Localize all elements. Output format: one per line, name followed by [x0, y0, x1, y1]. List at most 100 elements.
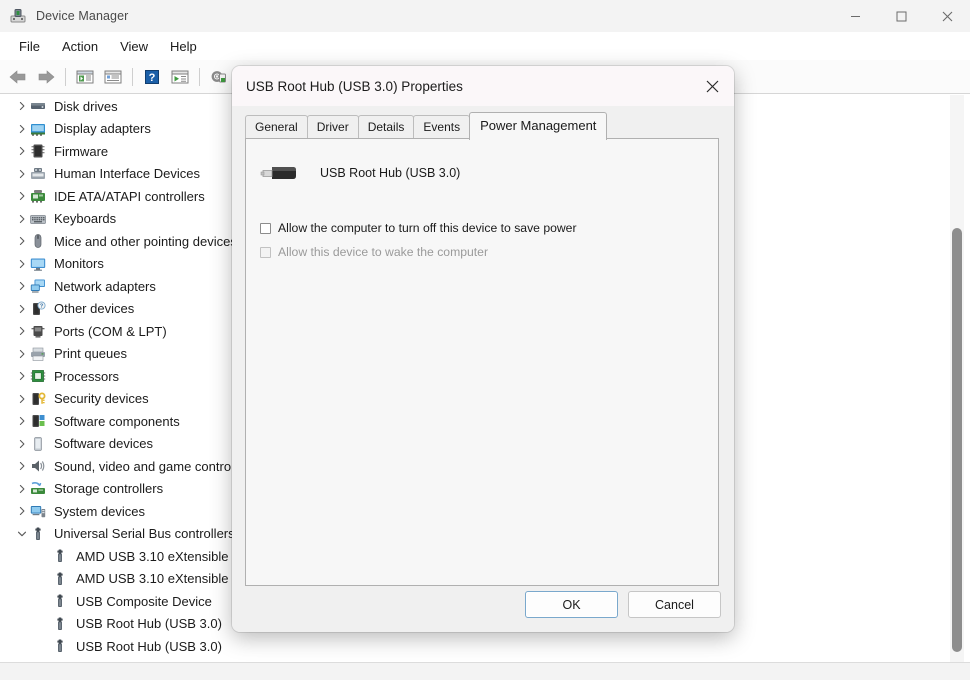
- tree-item-expander[interactable]: [0, 166, 30, 182]
- tab-details[interactable]: Details: [357, 115, 415, 139]
- dialog-body: General Driver Details Events Power Mana…: [232, 106, 734, 632]
- chevron-right-icon[interactable]: [14, 301, 30, 317]
- chevron-down-icon[interactable]: [14, 526, 30, 542]
- chevron-right-icon[interactable]: [14, 188, 30, 204]
- tree-item-expander[interactable]: [0, 481, 30, 497]
- tab-events[interactable]: Events: [413, 115, 471, 139]
- menu-item-view[interactable]: View: [109, 36, 159, 57]
- tree-item-label: Software devices: [54, 436, 153, 452]
- keyboard-icon: [30, 211, 46, 227]
- menu-item-help[interactable]: Help: [159, 36, 208, 57]
- tree-item-expander[interactable]: [0, 256, 30, 272]
- tree-item-expander[interactable]: [0, 278, 30, 294]
- properties-dialog: USB Root Hub (USB 3.0) Properties Genera…: [232, 66, 734, 632]
- tree-item-expander[interactable]: [0, 301, 30, 317]
- dialog-close-button[interactable]: [690, 66, 734, 106]
- usb-controller-icon: [30, 526, 46, 542]
- menu-item-file[interactable]: File: [8, 36, 51, 57]
- menu-item-action[interactable]: Action: [51, 36, 109, 57]
- tree-item-expander[interactable]: [0, 143, 30, 159]
- usb-device-icon: [52, 571, 68, 587]
- toolbar-separator: [199, 67, 200, 86]
- chevron-right-icon[interactable]: [14, 481, 30, 497]
- chevron-right-icon[interactable]: [14, 98, 30, 114]
- tree-item-label: Processors: [54, 368, 120, 384]
- tree-item-expander[interactable]: [0, 121, 30, 137]
- window-title: Device Manager: [36, 9, 129, 23]
- tree-item-label: USB Root Hub (USB 3.0): [76, 638, 222, 654]
- chevron-right-icon[interactable]: [14, 346, 30, 362]
- forward-arrow-icon[interactable]: [32, 64, 60, 90]
- tab-driver[interactable]: Driver: [306, 115, 359, 139]
- software-component-icon: [30, 413, 46, 429]
- chevron-right-icon[interactable]: [14, 368, 30, 384]
- tree-item[interactable]: USB Root Hub (USB 3.0): [0, 635, 970, 658]
- tree-item-expander[interactable]: [0, 368, 30, 384]
- chevron-right-icon[interactable]: [14, 278, 30, 294]
- show-hide-console-tree-icon[interactable]: [71, 64, 99, 90]
- tree-item-label: IDE ATA/ATAPI controllers: [54, 188, 205, 204]
- close-button[interactable]: [924, 0, 970, 32]
- back-arrow-icon[interactable]: [4, 64, 32, 90]
- tree-item-label: Software components: [54, 413, 180, 429]
- software-device-icon: [30, 436, 46, 452]
- checkbox-turn-off-device[interactable]: [260, 223, 271, 234]
- chevron-right-icon[interactable]: [14, 323, 30, 339]
- option-turn-off-device[interactable]: Allow the computer to turn off this devi…: [260, 221, 718, 236]
- printer-icon: [30, 346, 46, 362]
- tree-item-label: Storage controllers: [54, 481, 164, 497]
- ok-button[interactable]: OK: [525, 591, 618, 618]
- firmware-icon: [30, 143, 46, 159]
- chevron-right-icon[interactable]: [14, 503, 30, 519]
- chevron-right-icon[interactable]: [14, 143, 30, 159]
- cancel-button[interactable]: Cancel: [628, 591, 721, 618]
- maximize-button[interactable]: [878, 0, 924, 32]
- tree-item-label: Mice and other pointing devices: [54, 233, 237, 249]
- scan-for-hardware-changes-icon[interactable]: [166, 64, 194, 90]
- checkbox-wake-computer: [260, 247, 271, 258]
- device-manager-window: Device Manager File Action View Help ? D…: [0, 0, 970, 680]
- tab-power-management[interactable]: Power Management: [469, 112, 608, 140]
- toolbar-separator: [65, 67, 66, 86]
- tree-item-expander[interactable]: [0, 233, 30, 249]
- tree-item-expander[interactable]: [0, 391, 30, 407]
- dialog-title: USB Root Hub (USB 3.0) Properties: [246, 78, 463, 94]
- usb-device-icon: [52, 638, 68, 654]
- chevron-right-icon[interactable]: [14, 436, 30, 452]
- security-device-icon: [30, 391, 46, 407]
- properties-icon[interactable]: [99, 64, 127, 90]
- chevron-right-icon[interactable]: [14, 233, 30, 249]
- tree-item-label: Sound, video and game controllers: [54, 458, 255, 474]
- option-wake-computer-label: Allow this device to wake the computer: [278, 245, 488, 259]
- tree-item-expander[interactable]: [0, 458, 30, 474]
- tree-item-expander[interactable]: [0, 436, 30, 452]
- chevron-right-icon[interactable]: [14, 256, 30, 272]
- tree-item-label: Monitors: [54, 256, 104, 272]
- chevron-right-icon[interactable]: [14, 413, 30, 429]
- tree-item-expander[interactable]: [0, 503, 30, 519]
- tree-item-expander[interactable]: [0, 413, 30, 429]
- chevron-right-icon[interactable]: [14, 391, 30, 407]
- svg-text:?: ?: [40, 303, 43, 309]
- tree-item-label: Network adapters: [54, 278, 156, 294]
- tree-item-expander[interactable]: [0, 323, 30, 339]
- tree-item-expander[interactable]: [0, 526, 30, 542]
- chevron-right-icon[interactable]: [14, 121, 30, 137]
- minimize-button[interactable]: [832, 0, 878, 32]
- update-driver-icon[interactable]: [205, 64, 233, 90]
- tree-item-label: USB Root Hub (USB 3.0): [76, 616, 222, 632]
- vertical-scrollbar[interactable]: [950, 95, 964, 663]
- chevron-right-icon[interactable]: [14, 211, 30, 227]
- chevron-right-icon[interactable]: [14, 166, 30, 182]
- tree-item-expander[interactable]: [0, 211, 30, 227]
- tree-item-label: Keyboards: [54, 211, 117, 227]
- scrollbar-thumb[interactable]: [952, 228, 962, 652]
- chevron-right-icon[interactable]: [14, 458, 30, 474]
- tree-item-expander[interactable]: [0, 98, 30, 114]
- status-bar: [0, 662, 970, 680]
- tree-item-expander[interactable]: [0, 188, 30, 204]
- tree-item-expander[interactable]: [0, 346, 30, 362]
- tree-item-label: Firmware: [54, 143, 109, 159]
- tab-general[interactable]: General: [245, 115, 308, 139]
- help-icon[interactable]: ?: [138, 64, 166, 90]
